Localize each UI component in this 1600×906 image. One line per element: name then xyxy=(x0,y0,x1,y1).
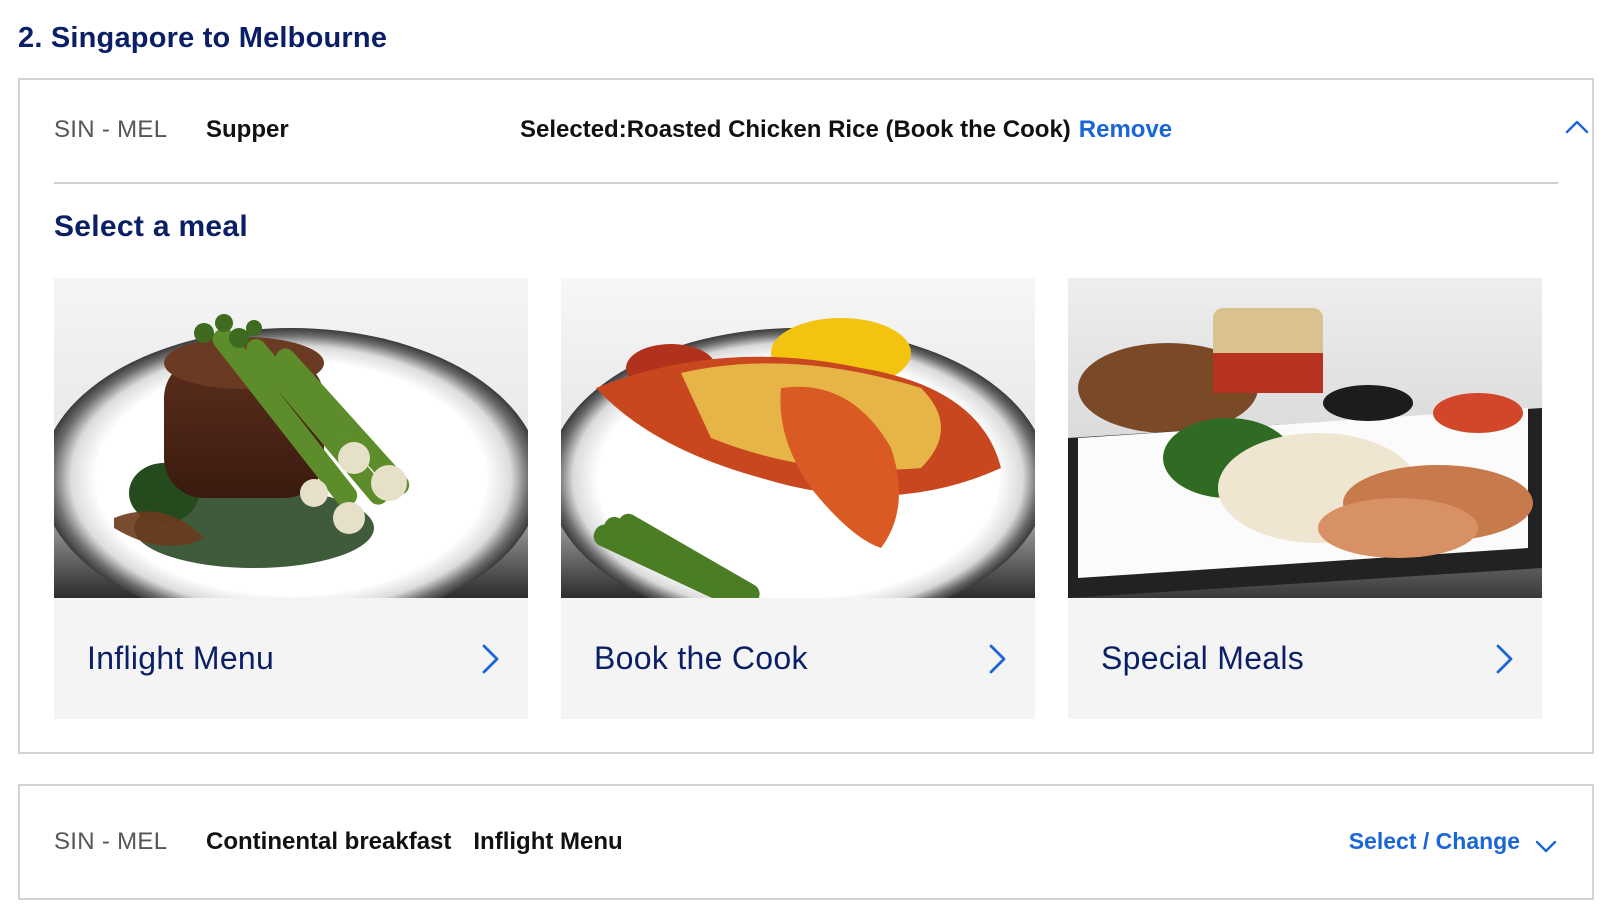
route-title: 2. Singapore to Melbourne xyxy=(18,22,388,54)
menu-type: Inflight Menu xyxy=(473,828,623,855)
chicken-rice-tray-image xyxy=(1068,278,1542,598)
select-meal-title: Select a meal xyxy=(54,210,249,243)
meal-time: Continental breakfast xyxy=(206,828,452,855)
lobster-thermidor-image xyxy=(561,278,1035,598)
meal-card-special-meals[interactable]: Special Meals xyxy=(1068,278,1542,719)
meal-card-inflight-menu[interactable]: Inflight Menu xyxy=(54,278,528,719)
remove-link[interactable]: Remove xyxy=(1079,116,1172,143)
select-change-link[interactable]: Select / Change xyxy=(1349,828,1520,855)
sector-code: SIN - MEL xyxy=(54,116,168,143)
card-label: Special Meals xyxy=(1101,640,1305,676)
sector-code: SIN - MEL xyxy=(54,828,168,855)
selected-meal-text: Selected:Roasted Chicken Rice (Book the … xyxy=(520,116,1172,144)
card-label: Book the Cook xyxy=(594,640,808,676)
steak-asparagus-image xyxy=(54,278,528,598)
chevron-down-icon[interactable] xyxy=(1534,834,1558,858)
selected-meal-label: Selected:Roasted Chicken Rice (Book the … xyxy=(520,116,1071,143)
chevron-right-icon xyxy=(1496,644,1513,674)
chevron-right-icon xyxy=(989,644,1006,674)
card-label: Inflight Menu xyxy=(87,640,275,676)
segment-header[interactable]: SIN - MEL Supper Selected:Roasted Chicke… xyxy=(54,80,1558,180)
meal-card-book-the-cook[interactable]: Book the Cook xyxy=(561,278,1035,719)
segment-header[interactable]: SIN - MEL Continental breakfast Inflight… xyxy=(54,786,1558,898)
meal-segment-supper: SIN - MEL Supper Selected:Roasted Chicke… xyxy=(18,78,1594,754)
chevron-right-icon xyxy=(482,644,499,674)
meal-time: Supper xyxy=(206,116,289,143)
divider xyxy=(54,182,1558,184)
meal-segment-breakfast[interactable]: SIN - MEL Continental breakfast Inflight… xyxy=(18,784,1594,900)
chevron-up-icon[interactable] xyxy=(1564,114,1590,140)
